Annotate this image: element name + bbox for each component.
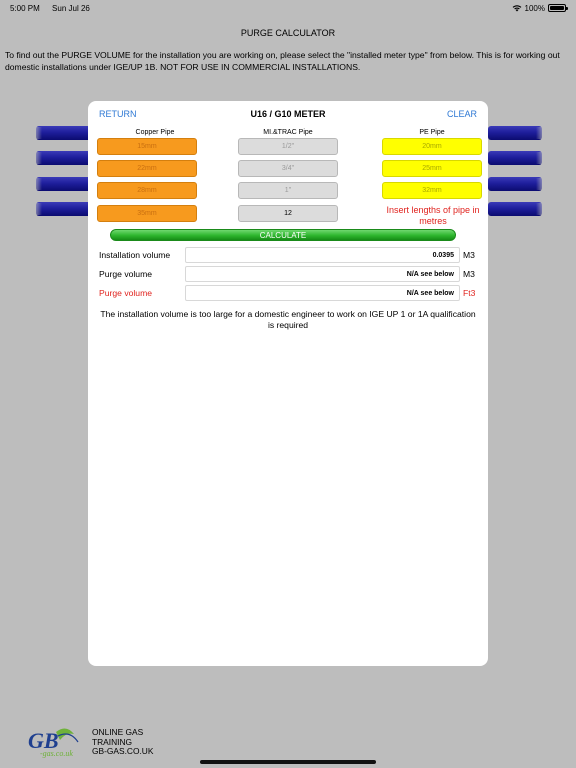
pipe-decoration xyxy=(488,202,546,216)
pe-pipe-heading: PE Pipe xyxy=(419,129,445,136)
mi-three-quarter-inch-input[interactable]: 3/4" xyxy=(238,160,338,177)
installation-volume-label: Installation volume xyxy=(99,250,171,260)
status-right: 100% xyxy=(512,3,568,13)
status-date: Sun Jul 26 xyxy=(52,3,90,13)
pipe-decoration xyxy=(32,177,92,191)
footer-line-3[interactable]: GB-GAS.CO.UK xyxy=(92,746,153,757)
status-bar: 5:00 PM Sun Jul 26 100% xyxy=(0,0,576,16)
copper-pipe-heading: Copper Pipe xyxy=(135,129,175,136)
purge-volume-m3-unit: M3 xyxy=(463,269,475,279)
footer-text: ONLINE GAS TRAINING GB-GAS.CO.UK xyxy=(92,727,153,757)
page-title: PURGE CALCULATOR xyxy=(240,28,336,38)
wifi-icon xyxy=(512,5,521,12)
pipe-decoration xyxy=(488,151,546,165)
mi-pipe-heading: MI.&TRAC Pipe xyxy=(263,129,313,136)
pipe-decoration xyxy=(32,126,92,140)
clear-button[interactable]: CLEAR xyxy=(447,109,477,119)
pe-32mm-input[interactable]: 32mm xyxy=(382,182,482,199)
mi-one-inch-input[interactable]: 1" xyxy=(238,182,338,199)
status-time: 5:00 PM xyxy=(10,3,40,13)
purge-volume-ft3-label: Purge volume xyxy=(99,288,153,298)
installation-volume-field: 0.0395 xyxy=(185,247,460,263)
mi-half-inch-input[interactable]: 1/2" xyxy=(238,138,338,155)
battery-icon xyxy=(548,4,568,12)
pipe-decoration xyxy=(488,126,546,140)
copper-35mm-input[interactable]: 35mm xyxy=(97,205,197,222)
gb-gas-logo: GB -gas.co.uk xyxy=(28,728,79,758)
modal-title: U16 / G10 METER xyxy=(250,109,326,119)
pipe-decoration xyxy=(32,151,92,165)
mi-length-input[interactable]: 12 xyxy=(238,205,338,222)
purge-volume-ft3-unit: Ft3 xyxy=(463,288,476,298)
installation-volume-unit: M3 xyxy=(463,250,475,260)
copper-28mm-input[interactable]: 28mm xyxy=(97,182,197,199)
purge-volume-m3-label: Purge volume xyxy=(99,269,153,279)
logo-sub: -gas.co.uk xyxy=(40,749,73,758)
home-indicator[interactable] xyxy=(200,760,376,764)
battery-percent: 100% xyxy=(524,3,545,13)
pe-25mm-input[interactable]: 25mm xyxy=(382,160,482,177)
copper-22mm-input[interactable]: 22mm xyxy=(97,160,197,177)
pipe-decoration xyxy=(32,202,92,216)
warning-message: The installation volume is too large for… xyxy=(100,309,476,330)
copper-15mm-input[interactable]: 15mm xyxy=(97,138,197,155)
status-left: 5:00 PM Sun Jul 26 xyxy=(10,4,100,13)
meter-modal: RETURN U16 / G10 METER CLEAR Copper Pipe… xyxy=(88,101,488,666)
intro-text: To find out the PURGE VOLUME for the ins… xyxy=(5,50,560,72)
length-hint: Insert lengths of pipe in metres xyxy=(386,205,480,226)
pe-20mm-input[interactable]: 20mm xyxy=(382,138,482,155)
purge-volume-m3-field: N/A see below xyxy=(185,266,460,282)
purge-volume-ft3-field: N/A see below xyxy=(185,285,460,301)
modal-header: RETURN U16 / G10 METER CLEAR xyxy=(88,101,488,127)
pipe-decoration xyxy=(488,177,546,191)
calculate-button[interactable]: CALCULATE xyxy=(110,229,456,241)
